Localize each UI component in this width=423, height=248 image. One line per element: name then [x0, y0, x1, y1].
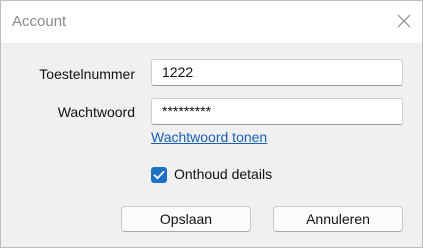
cancel-button[interactable]: Annuleren	[273, 206, 403, 232]
save-button[interactable]: Opslaan	[121, 206, 251, 232]
extension-field[interactable]: 1222	[151, 59, 403, 86]
remember-label: Onthoud details	[174, 166, 273, 182]
show-password-link[interactable]: Wachtwoord tonen	[151, 129, 267, 145]
title-bar: Account	[1, 1, 422, 43]
password-field[interactable]: *********	[151, 98, 403, 125]
extension-label: Toestelnummer	[39, 66, 135, 82]
close-button[interactable]	[394, 11, 414, 31]
checkmark-icon	[153, 170, 165, 180]
close-icon	[397, 14, 411, 28]
password-label: Wachtwoord	[57, 104, 135, 120]
account-dialog: Account Toestelnummer 1222 Wachtwoord **…	[0, 0, 423, 248]
dialog-title: Account	[12, 13, 67, 30]
remember-checkbox[interactable]	[151, 167, 167, 183]
